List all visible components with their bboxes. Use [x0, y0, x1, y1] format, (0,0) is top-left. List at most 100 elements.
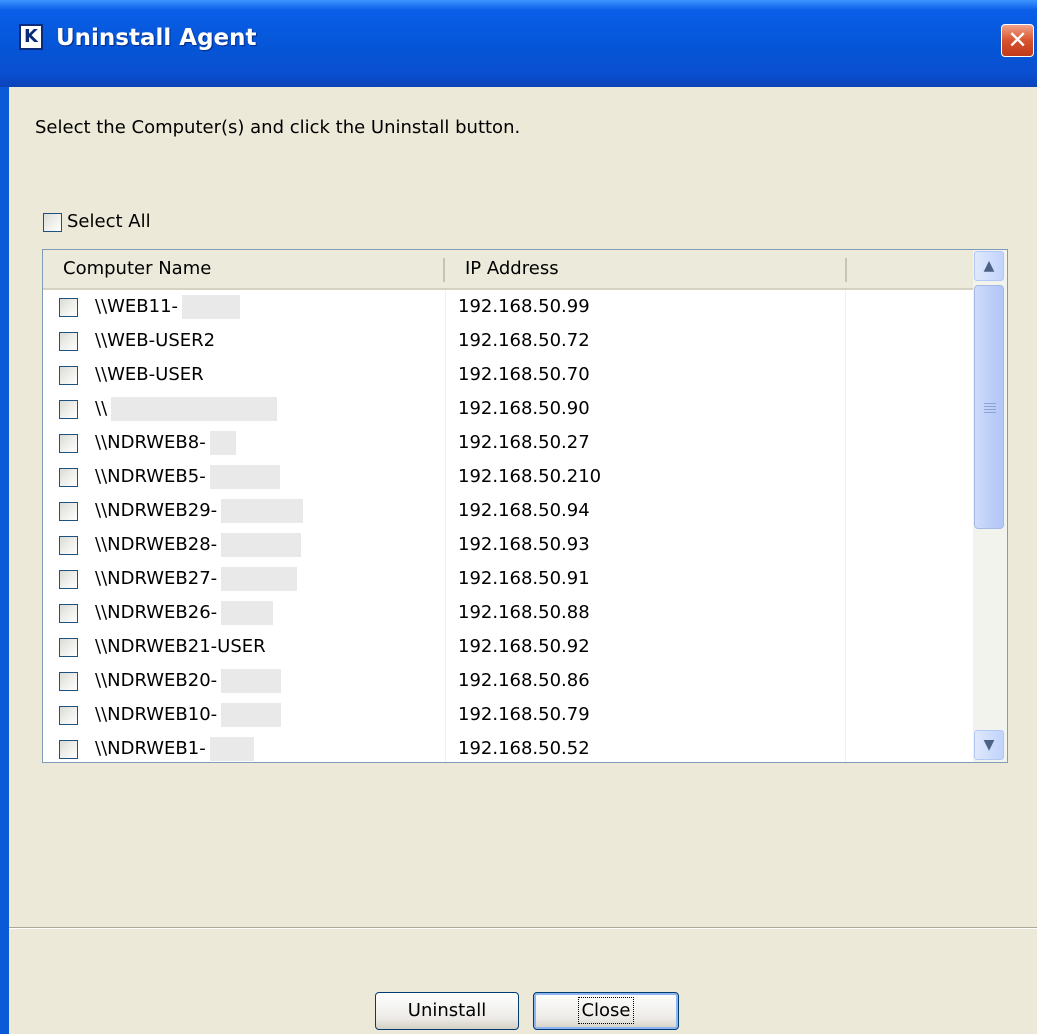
- chevron-up-icon: ▲: [983, 258, 995, 274]
- ip-address-cell: 192.168.50.52: [458, 738, 590, 759]
- scroll-up-button[interactable]: ▲: [974, 251, 1004, 281]
- table-row[interactable]: \\NDRWEB27- 192.168.50.91: [43, 562, 973, 596]
- row-checkbox[interactable]: [59, 366, 78, 385]
- column-gridline: [445, 324, 446, 358]
- redacted-text: [221, 703, 282, 727]
- ip-address-cell: 192.168.50.70: [458, 364, 590, 385]
- table-row[interactable]: \\WEB11- 192.168.50.99: [43, 290, 973, 324]
- row-checkbox[interactable]: [59, 434, 78, 453]
- column-gridline: [845, 358, 846, 392]
- select-all-label[interactable]: Select All: [67, 211, 151, 232]
- scroll-down-button[interactable]: ▼: [974, 730, 1004, 760]
- column-gridline: [445, 732, 446, 762]
- row-checkbox[interactable]: [59, 570, 78, 589]
- computer-name-cell: \\NDRWEB21-USER: [95, 630, 266, 664]
- app-icon: K: [19, 24, 43, 50]
- column-gridline: [445, 698, 446, 732]
- select-all-checkbox[interactable]: [43, 213, 62, 232]
- app-icon-letter: K: [24, 26, 38, 47]
- row-checkbox[interactable]: [59, 740, 78, 759]
- column-gridline: [845, 324, 846, 358]
- separator-line: [9, 927, 1037, 929]
- column-gridline: [845, 732, 846, 762]
- table-row[interactable]: \\WEB-USER 192.168.50.70: [43, 358, 973, 392]
- column-gridline: [845, 562, 846, 596]
- table-row[interactable]: \\NDRWEB20- 192.168.50.86: [43, 664, 973, 698]
- column-gridline: [845, 698, 846, 732]
- title-bar[interactable]: K Uninstall Agent ✕: [0, 0, 1037, 87]
- dialog-body: Select the Computer(s) and click the Uni…: [9, 87, 1037, 1034]
- table-row[interactable]: \\WEB-USER2 192.168.50.72: [43, 324, 973, 358]
- ip-address-cell: 192.168.50.93: [458, 534, 590, 555]
- computer-name-cell: \\WEB11-: [95, 290, 241, 324]
- instruction-text: Select the Computer(s) and click the Uni…: [35, 117, 521, 138]
- table-row[interactable]: \\NDRWEB1- 192.168.50.52: [43, 732, 973, 762]
- column-gridline: [445, 460, 446, 494]
- computer-name: \\NDRWEB28-: [95, 534, 218, 555]
- column-gridline: [445, 596, 446, 630]
- ip-address-cell: 192.168.50.210: [458, 466, 602, 487]
- table-row[interactable]: \\ 192.168.50.90: [43, 392, 973, 426]
- column-gridline: [445, 358, 446, 392]
- column-header-computer-name[interactable]: Computer Name: [43, 250, 443, 288]
- list-header: Computer Name IP Address: [43, 250, 973, 290]
- column-gridline: [445, 426, 446, 460]
- close-button[interactable]: Close: [533, 992, 679, 1030]
- ip-address-cell: 192.168.50.79: [458, 704, 590, 725]
- computer-list[interactable]: Computer Name IP Address \\WEB11- 192.168…: [42, 249, 1008, 763]
- computer-name: \\WEB-USER2: [95, 330, 216, 351]
- table-row[interactable]: \\NDRWEB5- 192.168.50.210: [43, 460, 973, 494]
- ip-address-cell: 192.168.50.86: [458, 670, 590, 691]
- computer-name: \\NDRWEB27-: [95, 568, 218, 589]
- table-row[interactable]: \\NDRWEB10- 192.168.50.79: [43, 698, 973, 732]
- uninstall-button[interactable]: Uninstall: [375, 992, 519, 1030]
- column-gridline: [445, 562, 446, 596]
- redacted-text: [209, 465, 280, 489]
- grip-line: [984, 403, 996, 404]
- table-row[interactable]: \\NDRWEB8- 192.168.50.27: [43, 426, 973, 460]
- vertical-scrollbar[interactable]: ▲ ▼: [973, 250, 1007, 762]
- row-checkbox[interactable]: [59, 502, 78, 521]
- close-icon: ✕: [1007, 26, 1028, 54]
- redacted-text: [221, 533, 302, 557]
- computer-name: \\: [95, 398, 108, 419]
- column-gridline: [845, 664, 846, 698]
- row-checkbox[interactable]: [59, 638, 78, 657]
- column-gridline: [845, 392, 846, 426]
- grip-line: [984, 412, 996, 413]
- row-checkbox[interactable]: [59, 604, 78, 623]
- scroll-thumb[interactable]: [974, 285, 1004, 529]
- redacted-text: [209, 737, 254, 761]
- chevron-down-icon: ▼: [983, 737, 995, 753]
- computer-name: \\NDRWEB5-: [95, 466, 206, 487]
- column-header-ip-address[interactable]: IP Address: [445, 250, 845, 288]
- column-gridline: [845, 290, 846, 324]
- table-row[interactable]: \\NDRWEB29- 192.168.50.94: [43, 494, 973, 528]
- row-checkbox[interactable]: [59, 536, 78, 555]
- column-gridline: [845, 596, 846, 630]
- redacted-text: [221, 601, 274, 625]
- computer-name-cell: \\WEB-USER2: [95, 324, 215, 358]
- table-row[interactable]: \\NDRWEB21-USER 192.168.50.92: [43, 630, 973, 664]
- ip-address-cell: 192.168.50.88: [458, 602, 590, 623]
- close-window-button[interactable]: ✕: [1001, 24, 1034, 57]
- row-checkbox[interactable]: [59, 468, 78, 487]
- row-checkbox[interactable]: [59, 298, 78, 317]
- row-checkbox[interactable]: [59, 706, 78, 725]
- row-checkbox[interactable]: [59, 672, 78, 691]
- row-checkbox[interactable]: [59, 400, 78, 419]
- computer-name-cell: \\NDRWEB8-: [95, 426, 236, 460]
- redacted-text: [209, 431, 236, 455]
- redacted-text: [182, 295, 241, 319]
- column-gridline: [445, 528, 446, 562]
- uninstall-button-label: Uninstall: [407, 1000, 487, 1021]
- dialog-window: K Uninstall Agent ✕ Select the Computer(…: [0, 0, 1037, 1034]
- computer-name-cell: \\NDRWEB27-: [95, 562, 298, 596]
- column-gridline: [445, 664, 446, 698]
- table-row[interactable]: \\NDRWEB28- 192.168.50.93: [43, 528, 973, 562]
- redacted-text: [221, 567, 298, 591]
- table-row[interactable]: \\NDRWEB26- 192.168.50.88: [43, 596, 973, 630]
- row-checkbox[interactable]: [59, 332, 78, 351]
- column-separator[interactable]: [845, 258, 847, 282]
- computer-name: \\NDRWEB8-: [95, 432, 206, 453]
